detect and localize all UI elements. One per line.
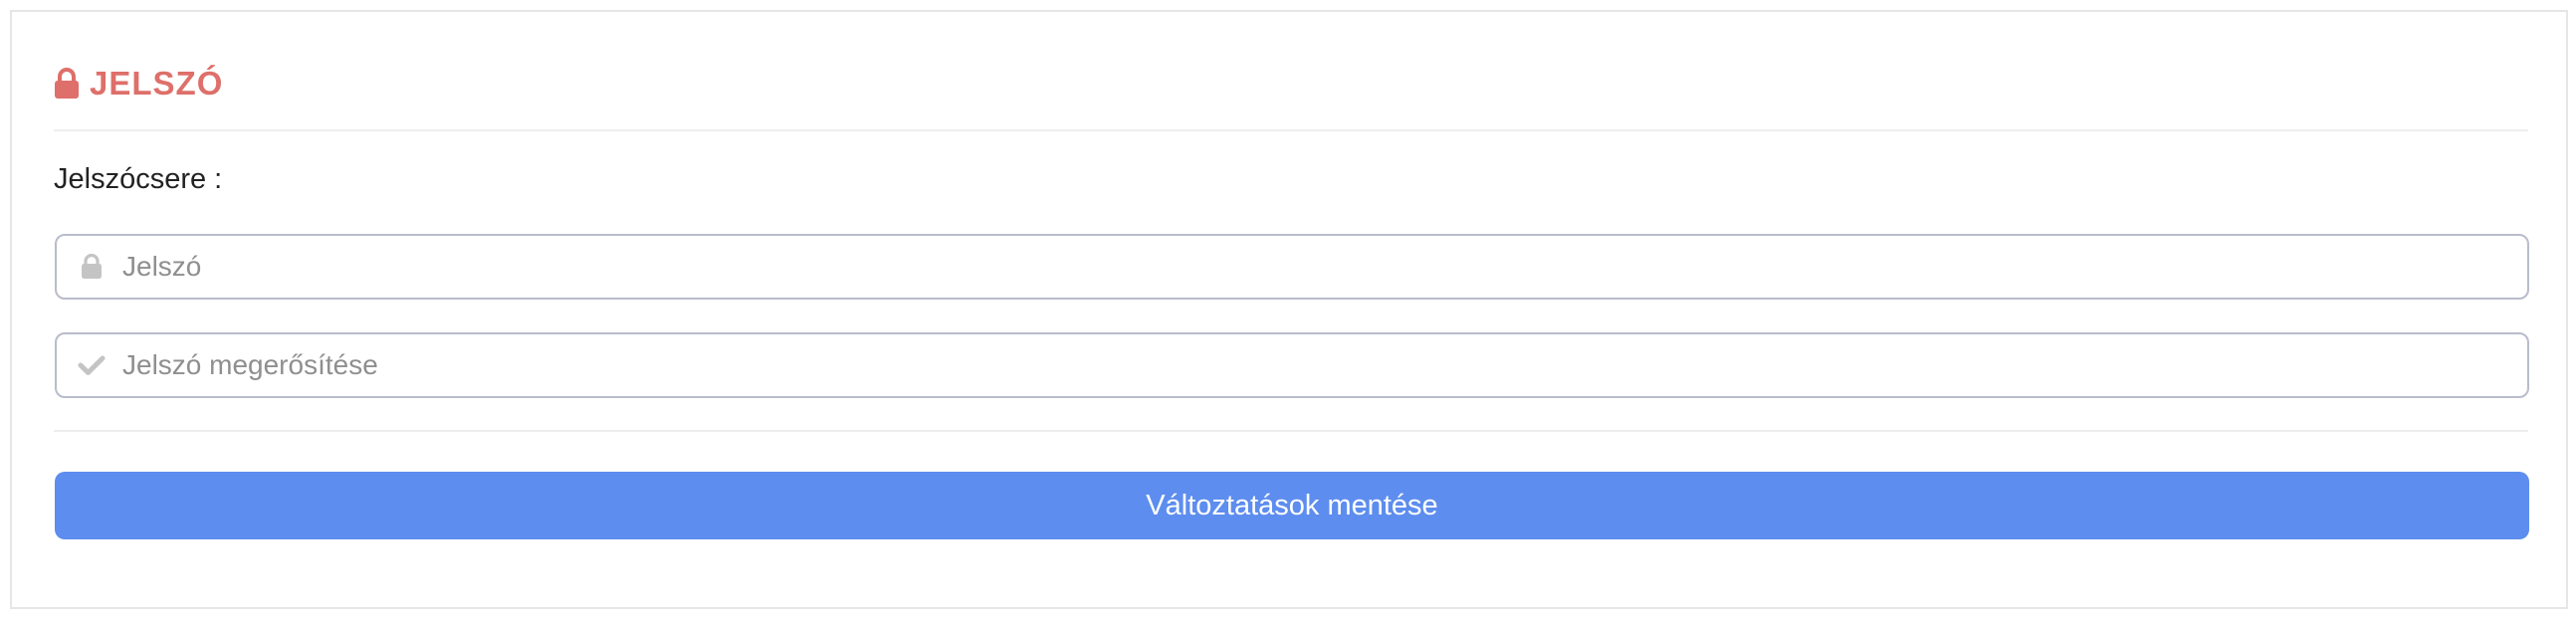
password-confirm-field[interactable] [55, 332, 2529, 398]
save-changes-button[interactable]: Változtatások mentése [55, 472, 2529, 539]
password-input[interactable] [122, 251, 2462, 283]
section-label: Jelszócsere : [54, 163, 223, 195]
lock-icon [77, 254, 107, 280]
form-divider [54, 430, 2528, 432]
password-panel: JELSZÓ Jelszócsere : Változtatások menté… [10, 10, 2568, 609]
panel-header: JELSZÓ [54, 56, 223, 111]
header-divider [54, 129, 2528, 131]
lock-icon [54, 68, 80, 100]
panel-title: JELSZÓ [90, 65, 224, 102]
check-icon [77, 354, 107, 376]
password-field[interactable] [55, 234, 2529, 300]
password-confirm-input[interactable] [122, 349, 2462, 381]
